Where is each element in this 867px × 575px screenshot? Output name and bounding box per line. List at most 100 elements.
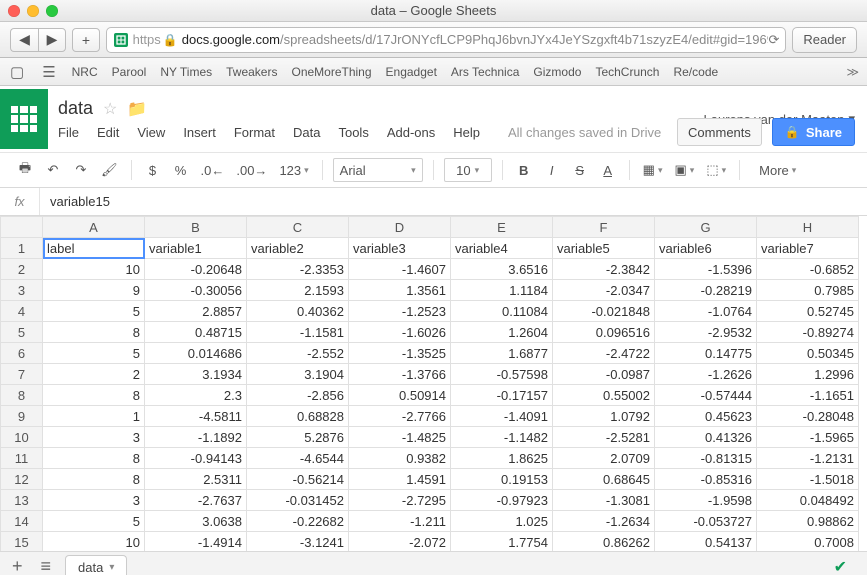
cell[interactable]: -1.4914 [145, 532, 247, 552]
cell[interactable]: -0.85316 [655, 469, 757, 490]
bookmark-item[interactable]: Engadget [386, 65, 437, 79]
menu-tools[interactable]: Tools [338, 125, 368, 140]
cell[interactable]: 1.025 [451, 511, 553, 532]
cell[interactable]: 0.11084 [451, 301, 553, 322]
cell[interactable]: -1.2634 [553, 511, 655, 532]
cell[interactable]: -1.9598 [655, 490, 757, 511]
cell[interactable]: 3.6516 [451, 259, 553, 280]
cell[interactable]: 3 [43, 490, 145, 511]
cell[interactable]: variable5 [553, 238, 655, 259]
cell[interactable]: 2 [43, 364, 145, 385]
cell[interactable]: -2.856 [247, 385, 349, 406]
cell[interactable]: variable7 [757, 238, 859, 259]
cell[interactable]: -2.3842 [553, 259, 655, 280]
column-header[interactable]: B [145, 217, 247, 238]
bookmark-item[interactable]: NY Times [160, 65, 212, 79]
folder-icon[interactable]: 📁 [127, 99, 147, 119]
spreadsheet-grid[interactable]: A B C D E F G H 1labelvariable1variable2… [0, 216, 867, 551]
cell[interactable]: -2.4722 [553, 343, 655, 364]
minimize-window-button[interactable] [27, 5, 39, 17]
cell[interactable]: 10 [43, 259, 145, 280]
cell[interactable]: -1.211 [349, 511, 451, 532]
cell[interactable]: 3 [43, 427, 145, 448]
bookmark-item[interactable]: TechCrunch [595, 65, 659, 79]
sheets-logo[interactable] [0, 89, 48, 149]
cell[interactable]: 0.98862 [757, 511, 859, 532]
cell[interactable]: 3.1934 [145, 364, 247, 385]
cell[interactable]: -0.28048 [757, 406, 859, 427]
bookmark-item[interactable]: NRC [72, 65, 98, 79]
cell[interactable]: -4.5811 [145, 406, 247, 427]
cell[interactable]: 0.48715 [145, 322, 247, 343]
cell[interactable]: -1.4607 [349, 259, 451, 280]
cell[interactable]: 2.1593 [247, 280, 349, 301]
cell[interactable]: 0.68828 [247, 406, 349, 427]
row-header[interactable]: 4 [1, 301, 43, 322]
row-header[interactable]: 6 [1, 343, 43, 364]
more-bookmarks-icon[interactable]: ≫ [846, 65, 859, 79]
cell[interactable]: 1 [43, 406, 145, 427]
cell[interactable]: 0.41326 [655, 427, 757, 448]
cell[interactable]: 2.0709 [553, 448, 655, 469]
cell[interactable]: 8 [43, 322, 145, 343]
row-header[interactable]: 10 [1, 427, 43, 448]
cell[interactable]: 0.40362 [247, 301, 349, 322]
decrease-decimal-button[interactable]: .0← [198, 158, 228, 182]
cell[interactable]: -0.021848 [553, 301, 655, 322]
menu-file[interactable]: File [58, 125, 79, 140]
cell[interactable]: variable6 [655, 238, 757, 259]
row-header[interactable]: 13 [1, 490, 43, 511]
cell[interactable]: 0.7985 [757, 280, 859, 301]
cell[interactable]: -2.3353 [247, 259, 349, 280]
format-percent-button[interactable]: % [170, 158, 192, 182]
star-icon[interactable]: ☆ [103, 99, 117, 119]
cell[interactable]: -0.28219 [655, 280, 757, 301]
cell[interactable]: 0.52745 [757, 301, 859, 322]
cell[interactable]: 2.8857 [145, 301, 247, 322]
close-window-button[interactable] [8, 5, 20, 17]
back-button[interactable]: ◀ [10, 28, 38, 52]
formula-input[interactable]: variable15 [40, 194, 120, 209]
cell[interactable]: -2.072 [349, 532, 451, 552]
cell[interactable]: -0.57444 [655, 385, 757, 406]
strikethrough-button[interactable]: S [569, 158, 591, 182]
cell[interactable]: -1.0764 [655, 301, 757, 322]
cell[interactable]: -1.4825 [349, 427, 451, 448]
cell[interactable]: -0.81315 [655, 448, 757, 469]
redo-icon[interactable]: ↷ [70, 158, 92, 182]
cell[interactable]: 8 [43, 469, 145, 490]
show-bookmarks-icon[interactable]: ▢ [8, 63, 26, 81]
cell[interactable]: 10 [43, 532, 145, 552]
text-color-button[interactable]: A [597, 158, 619, 182]
cell[interactable]: 1.2604 [451, 322, 553, 343]
cell[interactable]: -1.3081 [553, 490, 655, 511]
cell[interactable]: -1.3525 [349, 343, 451, 364]
cell[interactable]: -1.4091 [451, 406, 553, 427]
cell[interactable]: -1.2626 [655, 364, 757, 385]
address-bar[interactable]: https 🔒 docs.google.com /spreadsheets/d/… [106, 27, 786, 53]
comments-button[interactable]: Comments [677, 118, 762, 146]
cell[interactable]: -4.6544 [247, 448, 349, 469]
cell[interactable]: -1.5965 [757, 427, 859, 448]
cell[interactable]: 1.3561 [349, 280, 451, 301]
cell[interactable]: 5 [43, 343, 145, 364]
cell[interactable]: -1.1892 [145, 427, 247, 448]
document-title[interactable]: data [58, 98, 93, 119]
forward-button[interactable]: ▶ [38, 28, 66, 52]
cell[interactable]: 0.54137 [655, 532, 757, 552]
cell[interactable]: -2.7766 [349, 406, 451, 427]
bookmark-item[interactable]: Re/code [673, 65, 718, 79]
reading-list-icon[interactable]: ☰ [40, 63, 57, 81]
more-toolbar-button[interactable]: More [756, 158, 799, 182]
cell[interactable]: -0.89274 [757, 322, 859, 343]
cell[interactable]: variable3 [349, 238, 451, 259]
cell[interactable]: 1.1184 [451, 280, 553, 301]
bookmark-item[interactable]: OneMoreThing [291, 65, 371, 79]
row-header[interactable]: 14 [1, 511, 43, 532]
cell[interactable]: 0.048492 [757, 490, 859, 511]
cell[interactable]: -0.6852 [757, 259, 859, 280]
menu-help[interactable]: Help [453, 125, 480, 140]
bookmark-item[interactable]: Gizmodo [533, 65, 581, 79]
cell[interactable]: -0.57598 [451, 364, 553, 385]
cell[interactable]: -0.031452 [247, 490, 349, 511]
